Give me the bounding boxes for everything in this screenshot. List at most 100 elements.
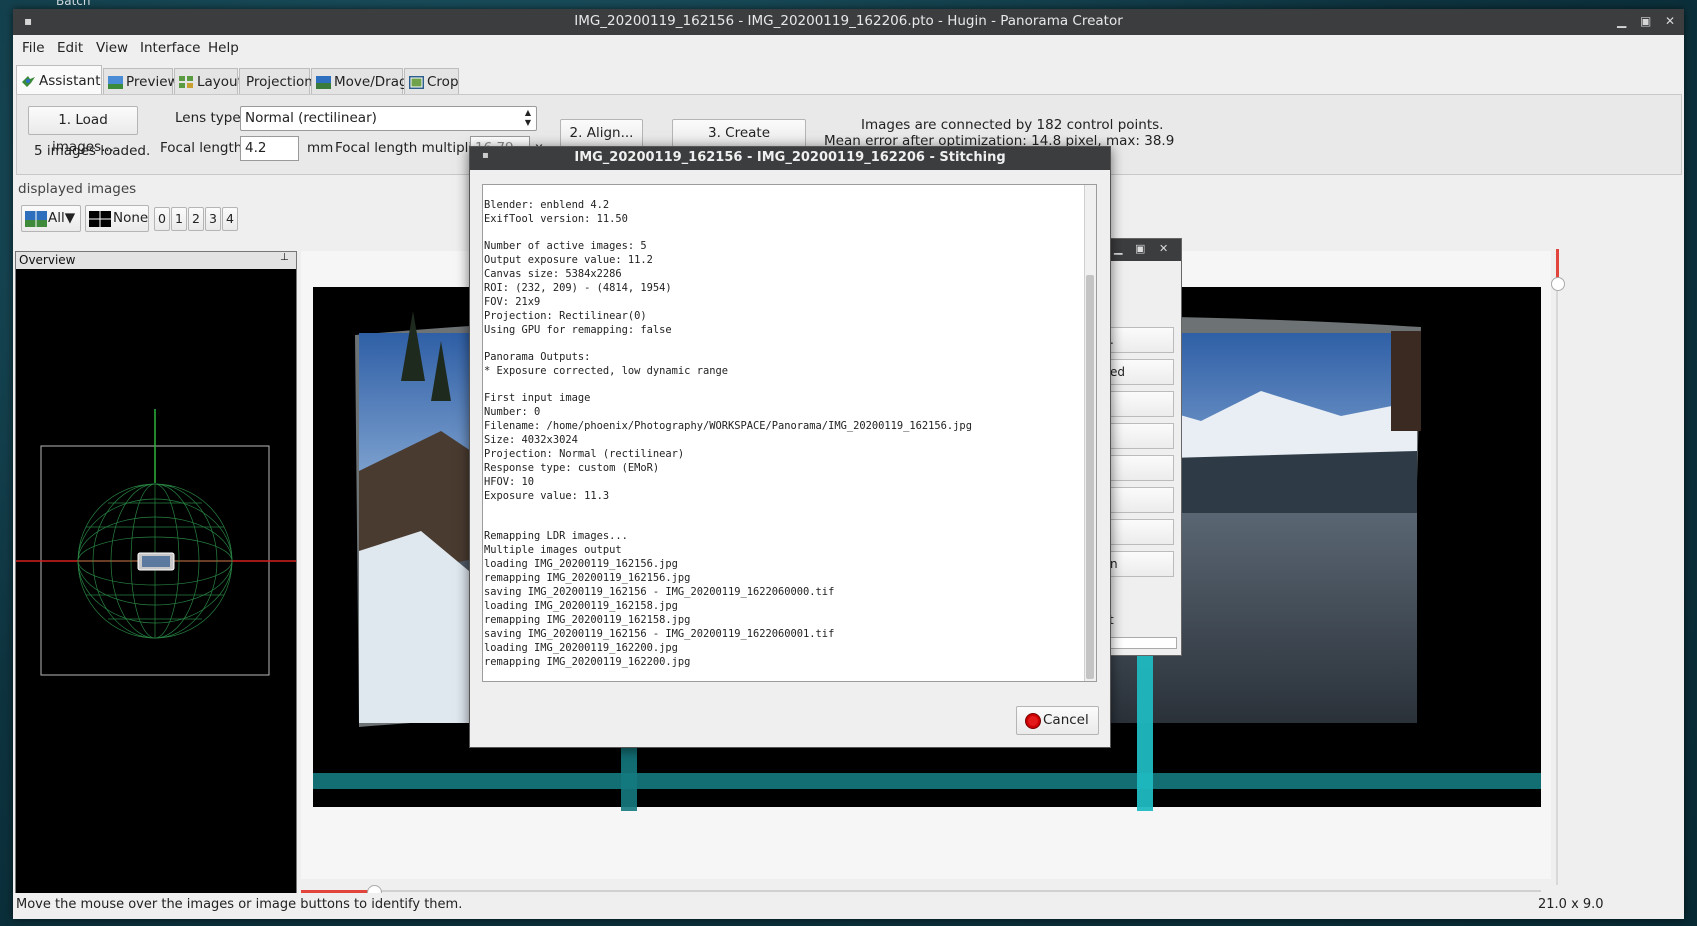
background-dialog-progress bbox=[1109, 637, 1177, 649]
log-line: Projection: Normal (rectilinear) bbox=[484, 448, 685, 460]
status-message: Move the mouse over the images or image … bbox=[16, 897, 463, 912]
background-dialog-minimize-icon[interactable]: ▁ bbox=[1114, 242, 1122, 255]
background-dialog: ▁ ▣ ✕ . ed n t bbox=[1105, 238, 1182, 656]
create-panorama-button[interactable]: 3. Create panorama... bbox=[672, 119, 806, 168]
stitching-dialog-title: IMG_20200119_162156 - IMG_20200119_16220… bbox=[574, 150, 1006, 165]
load-images-button[interactable]: 1. Load images... bbox=[28, 106, 138, 155]
log-line: Number: 0 bbox=[484, 406, 541, 418]
preview-icon bbox=[108, 76, 123, 89]
focal-length-unit: mm bbox=[307, 140, 334, 156]
none-button-label: None bbox=[113, 210, 149, 226]
log-line: FOV: 21x9 bbox=[484, 296, 541, 308]
background-dialog-maximize-icon[interactable]: ▣ bbox=[1135, 242, 1145, 255]
vertical-slider-handle[interactable] bbox=[1551, 277, 1565, 291]
close-icon[interactable]: ✕ bbox=[1665, 14, 1675, 28]
log-line: loading IMG_20200119_162156.jpg bbox=[484, 558, 678, 570]
menu-file[interactable]: File bbox=[22, 40, 45, 56]
align-button[interactable]: 2. Align... bbox=[560, 119, 643, 148]
show-none-button[interactable]: None bbox=[85, 205, 149, 232]
log-line: Multiple images output bbox=[484, 544, 622, 556]
lens-type-label: Lens type: bbox=[175, 110, 246, 126]
cancel-button[interactable]: Cancel bbox=[1016, 706, 1099, 735]
background-dialog-button[interactable] bbox=[1109, 391, 1174, 417]
log-line: saving IMG_20200119_162156 - IMG_2020011… bbox=[484, 586, 835, 598]
menu-edit[interactable]: Edit bbox=[57, 40, 83, 56]
stitching-dialog: ▪ IMG_20200119_162156 - IMG_20200119_162… bbox=[469, 146, 1111, 748]
background-dialog-button[interactable]: ed bbox=[1109, 359, 1174, 385]
log-line: Blender: enblend 4.2 bbox=[484, 199, 610, 211]
displayed-images-label: displayed images bbox=[18, 181, 137, 197]
background-dialog-button[interactable]: n bbox=[1109, 551, 1174, 577]
move-drag-icon bbox=[316, 76, 331, 89]
tab-label: Projection bbox=[246, 74, 313, 90]
log-line: * Exposure corrected, low dynamic range bbox=[484, 365, 728, 377]
image-toggle-2[interactable]: 2 bbox=[188, 207, 204, 231]
vertical-fov-slider[interactable] bbox=[1551, 249, 1565, 889]
log-scrollbar-thumb[interactable] bbox=[1086, 275, 1094, 679]
tab-move-drag[interactable]: Move/Drag bbox=[311, 68, 408, 95]
background-dialog-button[interactable]: . bbox=[1109, 327, 1174, 353]
crop-icon bbox=[409, 76, 424, 89]
log-line: Response type: custom (EMoR) bbox=[484, 462, 660, 474]
menu-interface[interactable]: Interface bbox=[140, 40, 200, 56]
log-line: remapping IMG_20200119_162200.jpg bbox=[484, 656, 691, 668]
stitching-dialog-titlebar[interactable]: ▪ IMG_20200119_162156 - IMG_20200119_162… bbox=[470, 147, 1110, 170]
log-line: loading IMG_20200119_162158.jpg bbox=[484, 600, 678, 612]
image-toggle-4[interactable]: 4 bbox=[222, 207, 238, 231]
desktop-label: Batch bbox=[56, 0, 91, 8]
tab-assistant[interactable]: Assistant bbox=[16, 65, 102, 96]
overview-sphere[interactable] bbox=[16, 269, 296, 904]
focal-multiplier-label: Focal length multiplier: bbox=[335, 140, 491, 156]
lens-type-value: Normal (rectilinear) bbox=[245, 110, 377, 126]
all-images-icon bbox=[25, 211, 47, 227]
tab-preview[interactable]: Preview bbox=[103, 68, 179, 95]
image-toggle-3[interactable]: 3 bbox=[205, 207, 221, 231]
minimize-icon[interactable]: ▁ bbox=[1617, 14, 1626, 28]
tab-label: Layout bbox=[197, 74, 243, 90]
log-line: Output exposure value: 11.2 bbox=[484, 254, 653, 266]
background-dialog-button[interactable] bbox=[1109, 519, 1174, 545]
log-scrollbar[interactable] bbox=[1084, 185, 1096, 681]
image-toggle-0[interactable]: 0 bbox=[154, 207, 170, 231]
lens-type-select[interactable]: Normal (rectilinear) ▲ ▼ bbox=[240, 106, 537, 131]
tab-crop[interactable]: Crop bbox=[404, 68, 459, 95]
pin-icon[interactable]: ⊥ bbox=[280, 252, 289, 263]
overview-panel[interactable]: Overview ⊥ bbox=[15, 251, 297, 905]
tab-layout[interactable]: Layout bbox=[174, 68, 243, 95]
tab-projection[interactable]: Projection bbox=[239, 68, 313, 95]
log-line: saving IMG_20200119_162156 - IMG_2020011… bbox=[484, 628, 835, 640]
title-bar[interactable]: ▪ IMG_20200119_162156 - IMG_20200119_162… bbox=[13, 9, 1684, 35]
layout-icon bbox=[179, 76, 193, 88]
background-dialog-button[interactable] bbox=[1109, 423, 1174, 449]
focal-length-input[interactable]: 4.2 bbox=[240, 136, 299, 161]
image-toggle-1[interactable]: 1 bbox=[171, 207, 187, 231]
focal-length-label: Focal length: bbox=[160, 140, 247, 156]
maximize-icon[interactable]: ▣ bbox=[1640, 14, 1651, 28]
log-line: Using GPU for remapping: false bbox=[484, 324, 672, 336]
menu-help[interactable]: Help bbox=[208, 40, 239, 56]
background-dialog-button[interactable] bbox=[1109, 455, 1174, 481]
menu-bar: File Edit View Interface Help bbox=[13, 35, 1684, 61]
log-line: Filename: /home/phoenix/Photography/WORK… bbox=[484, 420, 972, 432]
show-all-button[interactable]: All▼ bbox=[21, 205, 81, 232]
menu-view[interactable]: View bbox=[96, 40, 128, 56]
window-title: IMG_20200119_162156 - IMG_20200119_16220… bbox=[574, 13, 1123, 29]
assistant-icon bbox=[22, 76, 35, 87]
background-dialog-button[interactable] bbox=[1109, 487, 1174, 513]
log-line: Panorama Outputs: bbox=[484, 351, 591, 363]
dropdown-arrow-icon: ▼ bbox=[64, 210, 76, 226]
status-bar: Move the mouse over the images or image … bbox=[13, 893, 1684, 919]
cancel-button-label: Cancel bbox=[1043, 712, 1089, 728]
background-dialog-close-icon[interactable]: ✕ bbox=[1159, 242, 1168, 255]
fov-readout: 21.0 x 9.0 bbox=[1538, 897, 1604, 912]
stitching-log[interactable]: Blender: enblend 4.2 ExifTool version: 11… bbox=[482, 184, 1097, 682]
log-line: Size: 4032x3024 bbox=[484, 434, 578, 446]
log-line: Remapping LDR images... bbox=[484, 530, 628, 542]
tab-label: Move/Drag bbox=[334, 74, 408, 90]
no-images-icon bbox=[89, 211, 111, 227]
overview-title: Overview bbox=[19, 253, 76, 267]
